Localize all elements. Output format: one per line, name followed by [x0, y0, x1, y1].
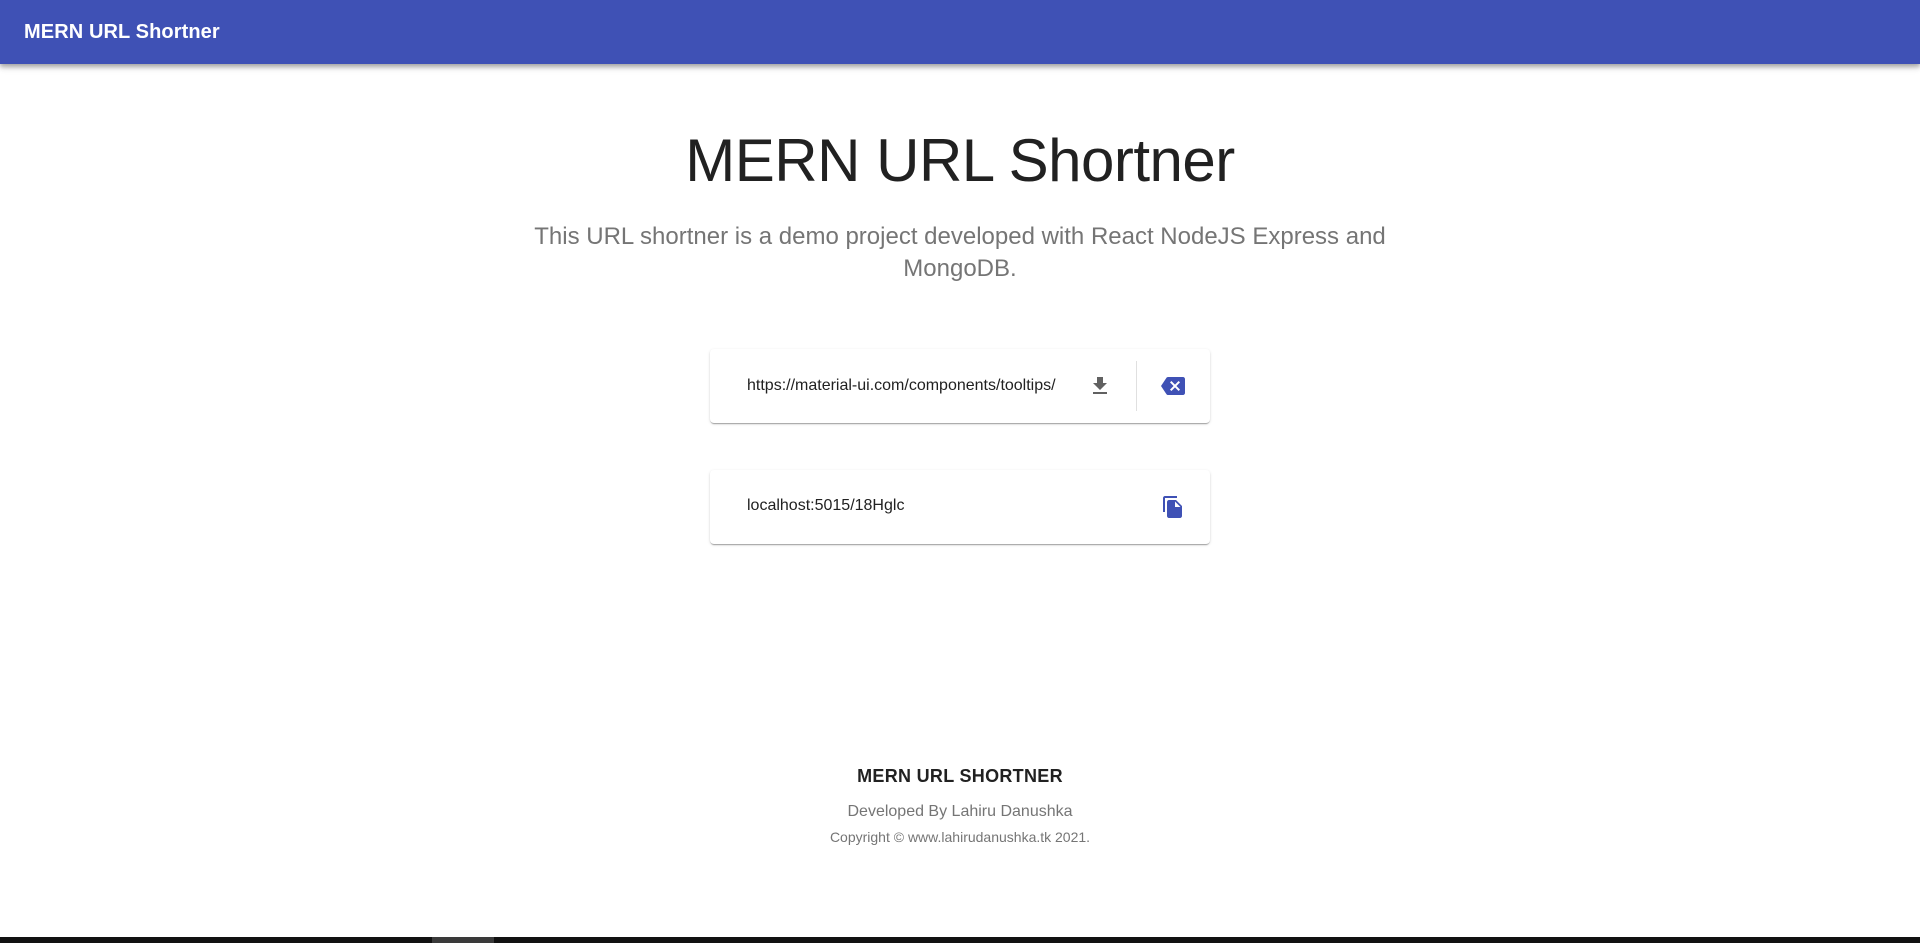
short-url-card: localhost:5015/18Hglc [710, 470, 1210, 544]
url-input[interactable] [747, 374, 1068, 398]
app-bar-title: MERN URL Shortner [24, 20, 220, 43]
shorten-button[interactable] [1076, 362, 1124, 410]
backspace-clear-icon [1161, 377, 1185, 395]
url-input-card [710, 349, 1210, 423]
footer-copyright: Copyright © www.lahirudanushka.tk 2021. [829, 829, 1091, 845]
bottom-scrollbar[interactable] [0, 937, 1920, 943]
short-url-text: localhost:5015/18Hglc [747, 497, 905, 514]
copy-button[interactable] [1149, 483, 1197, 531]
app-bar: MERN URL Shortner [0, 0, 1920, 64]
copy-icon [1163, 496, 1182, 518]
vertical-divider [1136, 361, 1137, 411]
page-subtitle: This URL shortner is a demo project deve… [534, 223, 1386, 282]
scrollbar-thumb[interactable] [432, 937, 494, 943]
download-icon [1093, 377, 1107, 394]
page-title: MERN URL Shortner [685, 127, 1235, 194]
footer-title: MERN URL SHORTNER [857, 766, 1063, 786]
footer-developer: Developed By Lahiru Danushka [847, 803, 1073, 820]
clear-button[interactable] [1149, 362, 1197, 410]
